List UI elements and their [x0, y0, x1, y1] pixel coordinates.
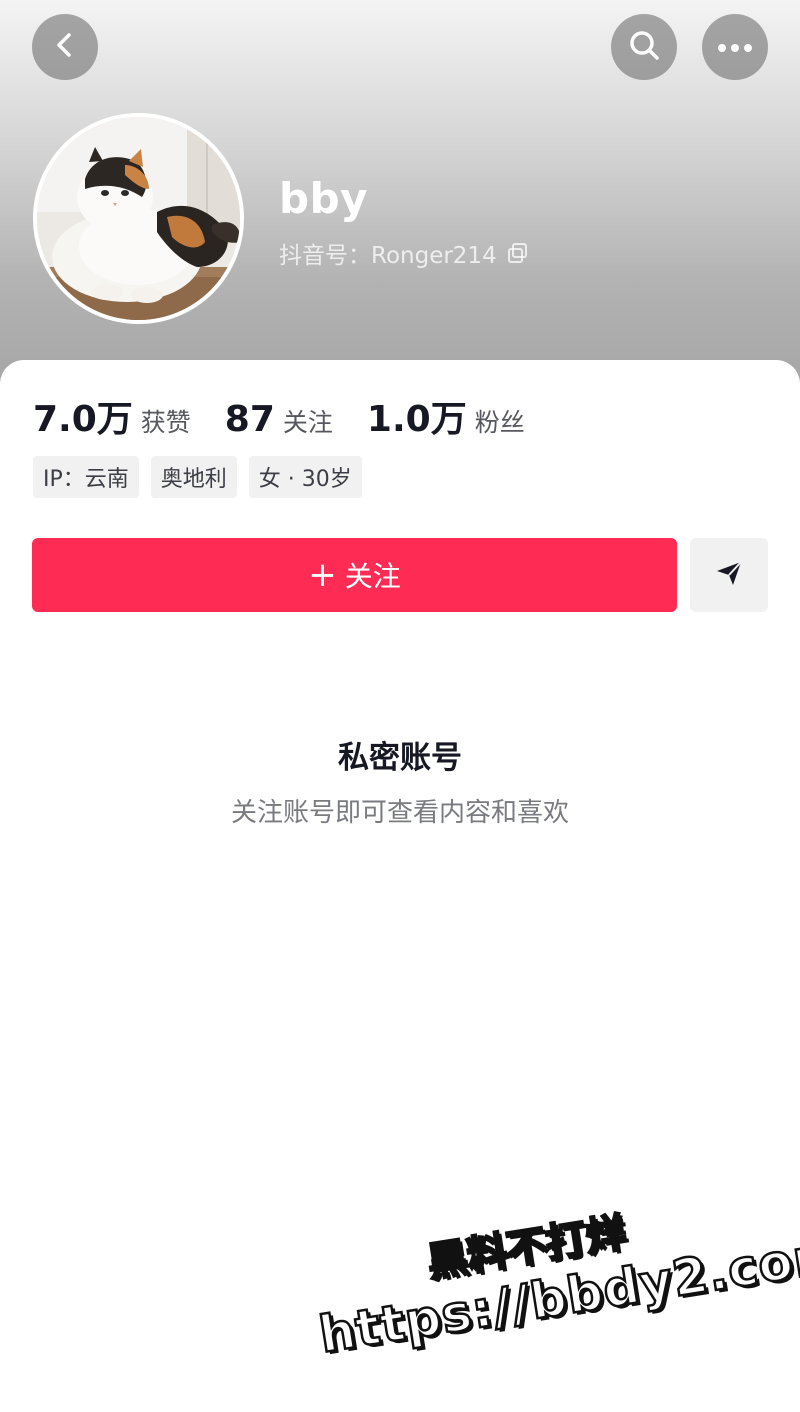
private-account-title: 私密账号: [338, 740, 462, 776]
stat-followers[interactable]: 1.0万 粉丝: [367, 390, 525, 442]
stat-likes[interactable]: 7.0万 获赞: [33, 390, 191, 442]
follow-button[interactable]: + 关注: [32, 538, 677, 612]
tag-gender-age: 女 · 30岁: [248, 456, 362, 498]
more-horizontal-icon: [717, 38, 753, 57]
search-button[interactable]: [611, 14, 677, 80]
search-icon: [627, 28, 661, 66]
back-button[interactable]: [32, 14, 98, 80]
douyin-id-row[interactable]: 抖音号：Ronger214: [279, 236, 529, 270]
stat-label: 粉丝: [474, 408, 525, 437]
more-button[interactable]: [702, 14, 768, 80]
follow-label: 关注: [344, 560, 401, 593]
profile-tags: IP：云南 奥地利 女 · 30岁: [33, 456, 374, 498]
tag-ip-location: IP：云南: [33, 456, 139, 498]
send-icon: [714, 558, 744, 592]
stat-label: 获赞: [140, 408, 191, 437]
username: bby: [279, 174, 369, 223]
stat-value: 87: [224, 399, 275, 440]
douyin-id-text: 抖音号：Ronger214: [279, 243, 497, 269]
cat-photo: [37, 117, 240, 320]
stats-row: 7.0万 获赞 87 关注 1.0万 粉丝: [33, 390, 559, 442]
stat-value: 7.0万: [33, 399, 133, 440]
plus-icon: +: [308, 555, 337, 595]
stat-following[interactable]: 87 关注: [225, 399, 333, 440]
chevron-left-icon: [50, 30, 80, 64]
avatar[interactable]: [33, 113, 244, 324]
private-account-description: 关注账号即可查看内容和喜欢: [230, 798, 569, 828]
copy-icon[interactable]: [507, 242, 529, 264]
send-message-button[interactable]: [690, 538, 768, 612]
stat-value: 1.0万: [366, 399, 467, 440]
stat-label: 关注: [282, 408, 333, 437]
tag-region: 奥地利: [150, 456, 237, 498]
